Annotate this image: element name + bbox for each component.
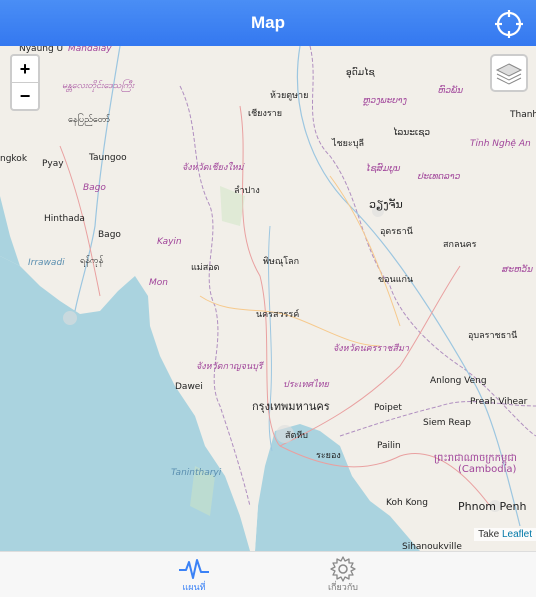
map-label: Tanintharyi bbox=[171, 468, 222, 478]
tab-bar: แผนที่ เกี่ยวกับ bbox=[0, 551, 536, 597]
tab-label: แผนที่ bbox=[182, 582, 206, 592]
header-bar: Map bbox=[0, 0, 536, 46]
map-label: นครสวรรค์ bbox=[256, 310, 300, 320]
map-label: Preah Vihear bbox=[470, 397, 528, 407]
gear-icon bbox=[330, 556, 356, 582]
map-label: ຫົວພັນ bbox=[438, 86, 464, 96]
map-label: Dawei bbox=[175, 382, 203, 392]
map-label: อุบลราชธานี bbox=[468, 331, 518, 341]
map-label: Hinthada bbox=[44, 214, 85, 224]
layers-icon bbox=[495, 63, 523, 85]
tab-label: เกี่ยวกับ bbox=[327, 582, 358, 592]
map-label: จังหวัดนครราชสีมา bbox=[333, 344, 409, 354]
map-label: ຫຼວງພະບາງ bbox=[363, 96, 407, 106]
map-label: ลำปาง bbox=[234, 186, 260, 196]
map-label: ສະຫວັນ bbox=[502, 265, 533, 275]
map-label: ระยอง bbox=[316, 451, 341, 461]
map-label: ห้วยตูษาย bbox=[270, 91, 309, 101]
map-label: Poipet bbox=[374, 403, 402, 413]
page-title: Map bbox=[251, 13, 285, 32]
map-label: ວຽງຈັນ bbox=[369, 198, 403, 211]
map-label: ရန်ကုန် bbox=[80, 256, 104, 266]
map-label: จังหวัดกาญจนบุรี bbox=[196, 362, 263, 372]
map-label: พิษณุโลก bbox=[263, 257, 300, 267]
map-label: Thanh bbox=[510, 110, 536, 120]
map-label: จังหวัดเชียงใหม่ bbox=[182, 163, 244, 173]
map-label: ไชยะบุลี bbox=[332, 139, 364, 149]
map-label: ໄລນະເຊວ bbox=[393, 128, 431, 138]
map-label: กรุงเทพมหานคร bbox=[252, 400, 330, 413]
pulse-icon bbox=[179, 559, 209, 579]
crosshair-icon[interactable] bbox=[494, 9, 524, 39]
tab-about[interactable]: เกี่ยวกับ bbox=[308, 552, 378, 597]
map-label: Sihanoukville bbox=[402, 542, 462, 551]
map-label: Irrawadi bbox=[28, 258, 65, 268]
map-label: Bago bbox=[83, 183, 106, 193]
map-label: Koh Kong bbox=[386, 498, 428, 508]
map-label: สัตหีบ bbox=[285, 431, 308, 441]
map-label: Mon bbox=[149, 278, 168, 288]
map-label: Nyaung U bbox=[19, 46, 64, 54]
map-label: နေပြည်တော် bbox=[68, 115, 111, 125]
attribution-text: Take bbox=[478, 529, 500, 540]
zoom-control: + − bbox=[10, 54, 40, 111]
map-attribution: Take Leaflet bbox=[474, 528, 536, 541]
map-label: Phnom Penh bbox=[458, 500, 527, 513]
map-label: ປະເທດລາວ bbox=[418, 172, 461, 182]
map-label: สกลนคร bbox=[443, 240, 477, 250]
layers-button[interactable] bbox=[490, 54, 528, 92]
map-label: (Cambodia) bbox=[458, 464, 517, 475]
map-label: อุดรธานี bbox=[380, 227, 413, 237]
map-view[interactable]: Nyaung U Mandalay မန္တလေးတိုင်းဒေသကြီး န… bbox=[0, 46, 536, 551]
map-label: Taungoo bbox=[89, 153, 127, 163]
map-label: Pailin bbox=[377, 441, 401, 451]
map-label: မန္တလေးတိုင်းဒေသကြီး bbox=[62, 81, 134, 91]
map-label: Tỉnh Nghệ An bbox=[470, 139, 531, 149]
map-label: ອຸດົມໄຊ bbox=[346, 68, 375, 78]
map-label: Mandalay bbox=[68, 46, 112, 54]
map-label: Pyay bbox=[42, 159, 64, 169]
map-label: Kayin bbox=[157, 237, 182, 247]
zoom-in-button[interactable]: + bbox=[12, 56, 38, 83]
map-label: ngkok bbox=[0, 154, 28, 164]
map-label: ໄຊສົມບູນ bbox=[366, 164, 401, 174]
map-label: เชียงราย bbox=[248, 109, 283, 119]
zoom-out-button[interactable]: − bbox=[12, 83, 38, 109]
map-label: ขอนแก่น bbox=[378, 275, 414, 285]
leaflet-link[interactable]: Leaflet bbox=[502, 529, 532, 540]
map-label: Anlong Veng bbox=[430, 376, 487, 386]
map-label: Siem Reap bbox=[423, 418, 471, 428]
map-label: แม่สอด bbox=[191, 263, 220, 273]
tab-map[interactable]: แผนที่ bbox=[159, 552, 229, 597]
map-label: ประเทศไทย bbox=[283, 380, 329, 390]
map-label: Bago bbox=[98, 230, 121, 240]
